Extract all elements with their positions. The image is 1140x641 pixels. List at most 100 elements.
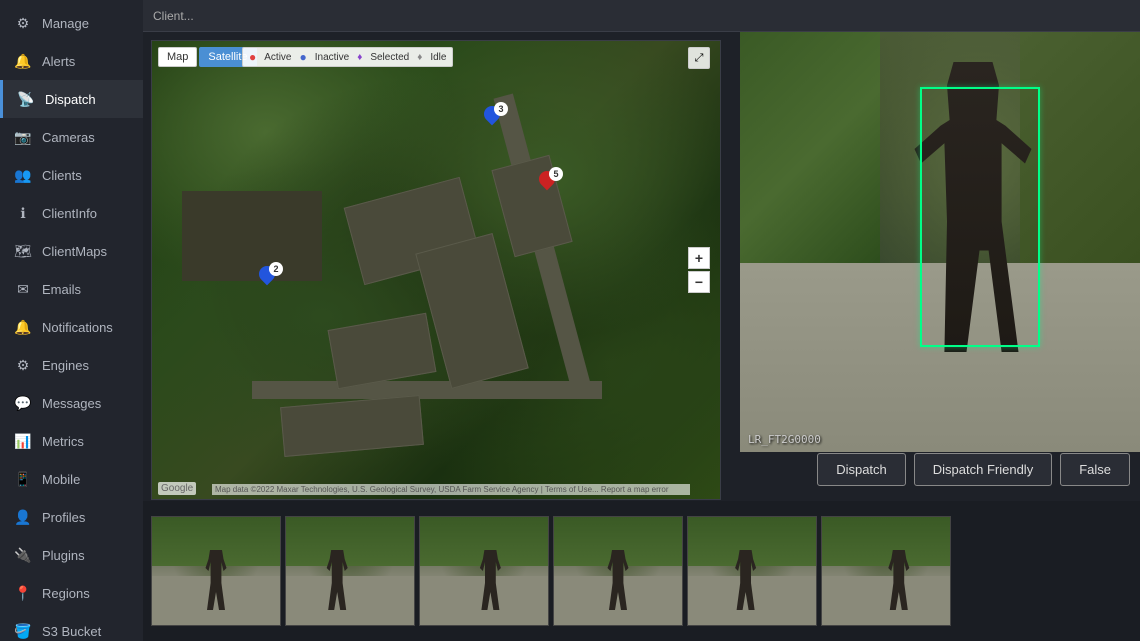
sidebar-item-engines[interactable]: ⚙ Engines [0,346,143,384]
dispatch-button[interactable]: Dispatch [817,453,906,486]
thumbnail-strip [143,501,1140,641]
sidebar-item-dispatch[interactable]: 📡 Dispatch [0,80,143,118]
legend-selected-label: Selected [370,52,409,63]
map-legend: ● Active ● Inactive ♦ Selected ♦ Idle [242,47,453,67]
map-building [280,395,424,457]
sidebar-item-cameras[interactable]: 📷 Cameras [0,118,143,156]
sidebar-label-manage: Manage [42,16,89,31]
detection-box [920,87,1040,347]
notifications-icon: 🔔 [14,318,32,336]
legend-inactive-dot: ● [299,50,306,64]
sidebar-label-emails: Emails [42,282,81,297]
emails-icon: ✉ [14,280,32,298]
thumbnail-5[interactable] [687,516,817,626]
legend-inactive-label: Inactive [315,52,349,63]
legend-selected-icon: ♦ [357,52,362,63]
camera-section: LR_FT2G0000 [740,32,1140,452]
sidebar-label-regions: Regions [42,586,90,601]
google-logo: Google [158,482,196,495]
sidebar-item-emails[interactable]: ✉ Emails [0,270,143,308]
sidebar-label-dispatch: Dispatch [45,92,96,107]
thumb-grass [822,517,950,566]
fullscreen-button[interactable]: ⤢ [688,47,710,69]
client-tab[interactable]: Client... [153,9,194,23]
sidebar-label-mobile: Mobile [42,472,80,487]
sidebar-item-profiles[interactable]: 👤 Profiles [0,498,143,536]
map-pin-3[interactable]: 3 [482,106,502,132]
profiles-icon: 👤 [14,508,32,526]
map-view-button[interactable]: Map [158,47,197,67]
sidebar-label-messages: Messages [42,396,101,411]
sidebar-item-messages[interactable]: 💬 Messages [0,384,143,422]
pin-label-5: 5 [549,167,563,181]
s3bucket-icon: 🪣 [14,622,32,640]
legend-idle-label: Idle [430,52,446,63]
zoom-in-button[interactable]: + [688,247,710,269]
sidebar-label-plugins: Plugins [42,548,85,563]
thumbnail-2[interactable] [285,516,415,626]
map-pin-2[interactable]: 2 [257,266,277,292]
sidebar-item-metrics[interactable]: 📊 Metrics [0,422,143,460]
action-bar: Dispatch Dispatch Friendly False [817,453,1130,486]
content-area: 2 3 5 Map Satellite [143,32,1140,641]
legend-active-label: Active [264,52,291,63]
sidebar: ⚙ Manage 🔔 Alerts 📡 Dispatch 📷 Cameras 👥… [0,0,143,641]
map-placeholder: 2 3 5 Map Satellite [152,41,720,499]
thumbnail-4[interactable] [553,516,683,626]
thumb-path [822,576,950,625]
camera-feed: LR_FT2G0000 [740,32,1140,452]
topbar: Client... [143,0,1140,32]
sidebar-item-plugins[interactable]: 🔌 Plugins [0,536,143,574]
map-road-h [252,381,602,399]
map-parking [182,191,322,281]
manage-icon: ⚙ [14,14,32,32]
sidebar-item-clients[interactable]: 👥 Clients [0,156,143,194]
messages-icon: 💬 [14,394,32,412]
camera-timestamp: LR_FT2G0000 [748,433,821,446]
sidebar-label-cameras: Cameras [42,130,95,145]
mobile-icon: 📱 [14,470,32,488]
metrics-icon: 📊 [14,432,32,450]
thumb-grass [286,517,414,566]
false-button[interactable]: False [1060,453,1130,486]
sidebar-item-mobile[interactable]: 📱 Mobile [0,460,143,498]
sidebar-item-clientinfo[interactable]: ℹ ClientInfo [0,194,143,232]
alerts-icon: 🔔 [14,52,32,70]
sidebar-item-clientmaps[interactable]: 🗺 ClientMaps [0,232,143,270]
thumb-path [286,576,414,625]
sidebar-label-metrics: Metrics [42,434,84,449]
dispatch-friendly-button[interactable]: Dispatch Friendly [914,453,1052,486]
sidebar-label-clientmaps: ClientMaps [42,244,107,259]
sidebar-label-clientinfo: ClientInfo [42,206,97,221]
sidebar-label-profiles: Profiles [42,510,85,525]
clientinfo-icon: ℹ [14,204,32,222]
legend-idle-icon: ♦ [417,52,422,63]
sidebar-label-engines: Engines [42,358,89,373]
map-pin-5[interactable]: 5 [537,171,557,197]
pin-label-3: 3 [494,102,508,116]
zoom-controls: + − [688,247,710,293]
sidebar-label-clients: Clients [42,168,82,183]
pin-label-2: 2 [269,262,283,276]
map-background: 2 3 5 [152,41,720,499]
legend-active-dot: ● [249,50,256,64]
zoom-out-button[interactable]: − [688,271,710,293]
thumbnail-3[interactable] [419,516,549,626]
sidebar-item-manage[interactable]: ⚙ Manage [0,4,143,42]
plugins-icon: 🔌 [14,546,32,564]
sidebar-label-s3bucket: S3 Bucket [42,624,101,639]
cameras-icon: 📷 [14,128,32,146]
sidebar-label-notifications: Notifications [42,320,113,335]
dispatch-icon: 📡 [17,90,35,108]
camera-grass-left [740,32,880,284]
map-building [328,313,437,389]
sidebar-item-notifications[interactable]: 🔔 Notifications [0,308,143,346]
clients-icon: 👥 [14,166,32,184]
thumbnail-1[interactable] [151,516,281,626]
sidebar-label-alerts: Alerts [42,54,75,69]
clientmaps-icon: 🗺 [14,242,32,260]
sidebar-item-regions[interactable]: 📍 Regions [0,574,143,612]
sidebar-item-s3bucket[interactable]: 🪣 S3 Bucket [0,612,143,641]
thumbnail-6[interactable] [821,516,951,626]
sidebar-item-alerts[interactable]: 🔔 Alerts [0,42,143,80]
